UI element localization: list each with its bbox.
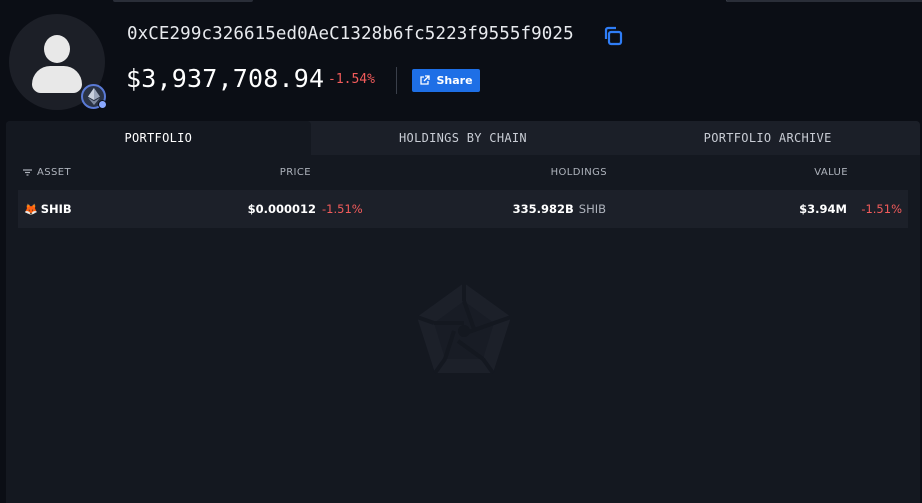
asset-column-header[interactable]: ASSET (23, 167, 71, 178)
external-link-icon (420, 75, 431, 85)
holdings-value: 335.982B SHIB (513, 202, 606, 216)
shib-token-icon: 🦊 (24, 202, 38, 216)
avatar-body (32, 66, 82, 93)
profile-avatar-container (9, 14, 107, 110)
value-change: -1.51% (861, 202, 902, 216)
share-button[interactable]: Share (412, 69, 480, 92)
filter-icon (23, 169, 32, 176)
portfolio-panel: PORTFOLIO HOLDINGS BY CHAIN PORTFOLIO AR… (6, 121, 920, 503)
chain-indicator-dot (98, 100, 107, 109)
price-change: -1.51% (322, 202, 363, 216)
asset-symbol: SHIB (40, 202, 72, 216)
price-value: $0.000012 (247, 202, 316, 216)
asset-column-label: ASSET (37, 167, 71, 178)
balance-change: -1.54% (328, 72, 375, 87)
holdings-column-header[interactable]: HOLDINGS (551, 167, 607, 178)
avatar-head (44, 35, 70, 63)
holdings-symbol: SHIB (578, 202, 606, 216)
value-amount: $3.94M (799, 202, 847, 216)
ethereum-icon (81, 84, 107, 109)
portfolio-tabs: PORTFOLIO HOLDINGS BY CHAIN PORTFOLIO AR… (6, 121, 920, 155)
divider (396, 67, 397, 94)
holdings-amount: 335.982B (512, 202, 574, 216)
asset-cell[interactable]: 🦊 SHIB (24, 202, 72, 216)
top-nav-fragment (726, 0, 922, 2)
share-button-label: Share (436, 74, 473, 87)
copy-icon[interactable] (602, 25, 624, 47)
arkham-logo-watermark-icon (416, 283, 512, 375)
price-column-header[interactable]: PRICE (280, 167, 311, 178)
table-row[interactable]: 🦊 SHIB $0.000012 -1.51% 335.982B SHIB $3.… (18, 190, 908, 228)
top-nav-fragment (113, 0, 253, 2)
portfolio-balance: $3,937,708.94 (126, 64, 325, 93)
tab-holdings-by-chain[interactable]: HOLDINGS BY CHAIN (311, 121, 616, 155)
tab-portfolio[interactable]: PORTFOLIO (6, 121, 311, 155)
table-header: ASSET PRICE HOLDINGS VALUE (6, 155, 920, 191)
value-column-header[interactable]: VALUE (814, 167, 848, 178)
tab-portfolio-archive[interactable]: PORTFOLIO ARCHIVE (615, 121, 920, 155)
wallet-address: 0xCE299c326615ed0AeC1328b6fc5223f9555f90… (127, 24, 574, 44)
